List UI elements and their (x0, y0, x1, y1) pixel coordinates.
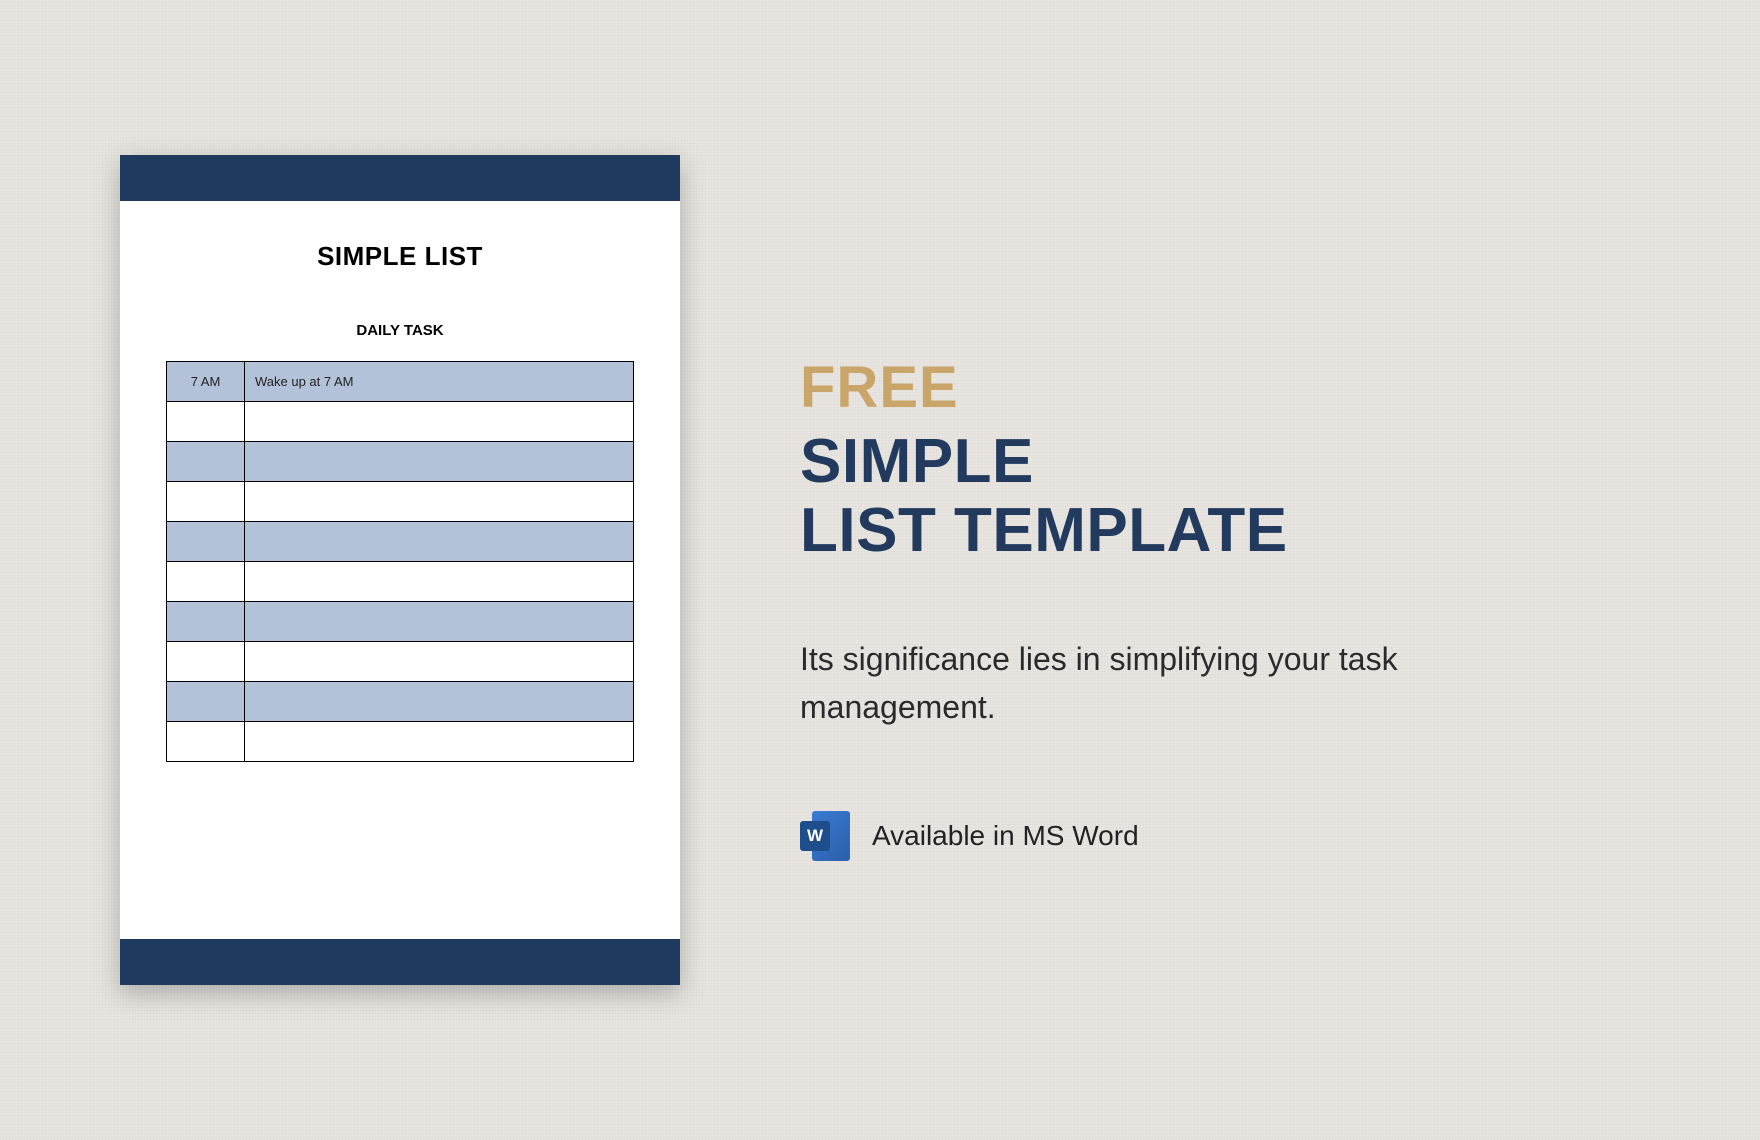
table-row (167, 602, 634, 642)
table-row (167, 722, 634, 762)
table-row (167, 562, 634, 602)
task-cell (245, 482, 634, 522)
task-cell (245, 642, 634, 682)
info-panel: FREE SIMPLE LIST TEMPLATE Its significan… (800, 279, 1520, 862)
task-cell (245, 442, 634, 482)
time-cell (167, 642, 245, 682)
template-description: Its significance lies in simplifying you… (800, 635, 1400, 731)
time-cell (167, 522, 245, 562)
task-cell (245, 522, 634, 562)
format-label: Available in MS Word (872, 820, 1139, 852)
task-cell (245, 402, 634, 442)
task-cell: Wake up at 7 AM (245, 362, 634, 402)
time-cell (167, 682, 245, 722)
time-cell (167, 482, 245, 522)
template-preview: SIMPLE LIST DAILY TASK 7 AMWake up at 7 … (120, 155, 680, 985)
word-icon-letter: W (800, 821, 830, 851)
heading-line-2: LIST TEMPLATE (800, 496, 1520, 565)
time-cell (167, 402, 245, 442)
time-cell (167, 562, 245, 602)
table-row (167, 682, 634, 722)
format-info: W Available in MS Word (800, 811, 1520, 861)
task-cell (245, 722, 634, 762)
task-cell (245, 682, 634, 722)
table-row (167, 482, 634, 522)
doc-footer-bar (120, 939, 680, 985)
time-cell (167, 442, 245, 482)
heading-line-1: SIMPLE (800, 427, 1520, 496)
task-table: 7 AMWake up at 7 AM (166, 361, 634, 762)
time-cell (167, 722, 245, 762)
table-row (167, 522, 634, 562)
table-row (167, 442, 634, 482)
free-badge: FREE (800, 359, 1520, 417)
template-heading: SIMPLE LIST TEMPLATE (800, 427, 1520, 566)
doc-title: SIMPLE LIST (166, 241, 634, 272)
table-row (167, 402, 634, 442)
time-cell (167, 602, 245, 642)
task-cell (245, 602, 634, 642)
ms-word-icon: W (800, 811, 850, 861)
doc-subtitle: DAILY TASK (166, 322, 634, 339)
table-row: 7 AMWake up at 7 AM (167, 362, 634, 402)
task-cell (245, 562, 634, 602)
time-cell: 7 AM (167, 362, 245, 402)
table-row (167, 642, 634, 682)
doc-header-bar (120, 155, 680, 201)
doc-body: SIMPLE LIST DAILY TASK 7 AMWake up at 7 … (120, 201, 680, 939)
